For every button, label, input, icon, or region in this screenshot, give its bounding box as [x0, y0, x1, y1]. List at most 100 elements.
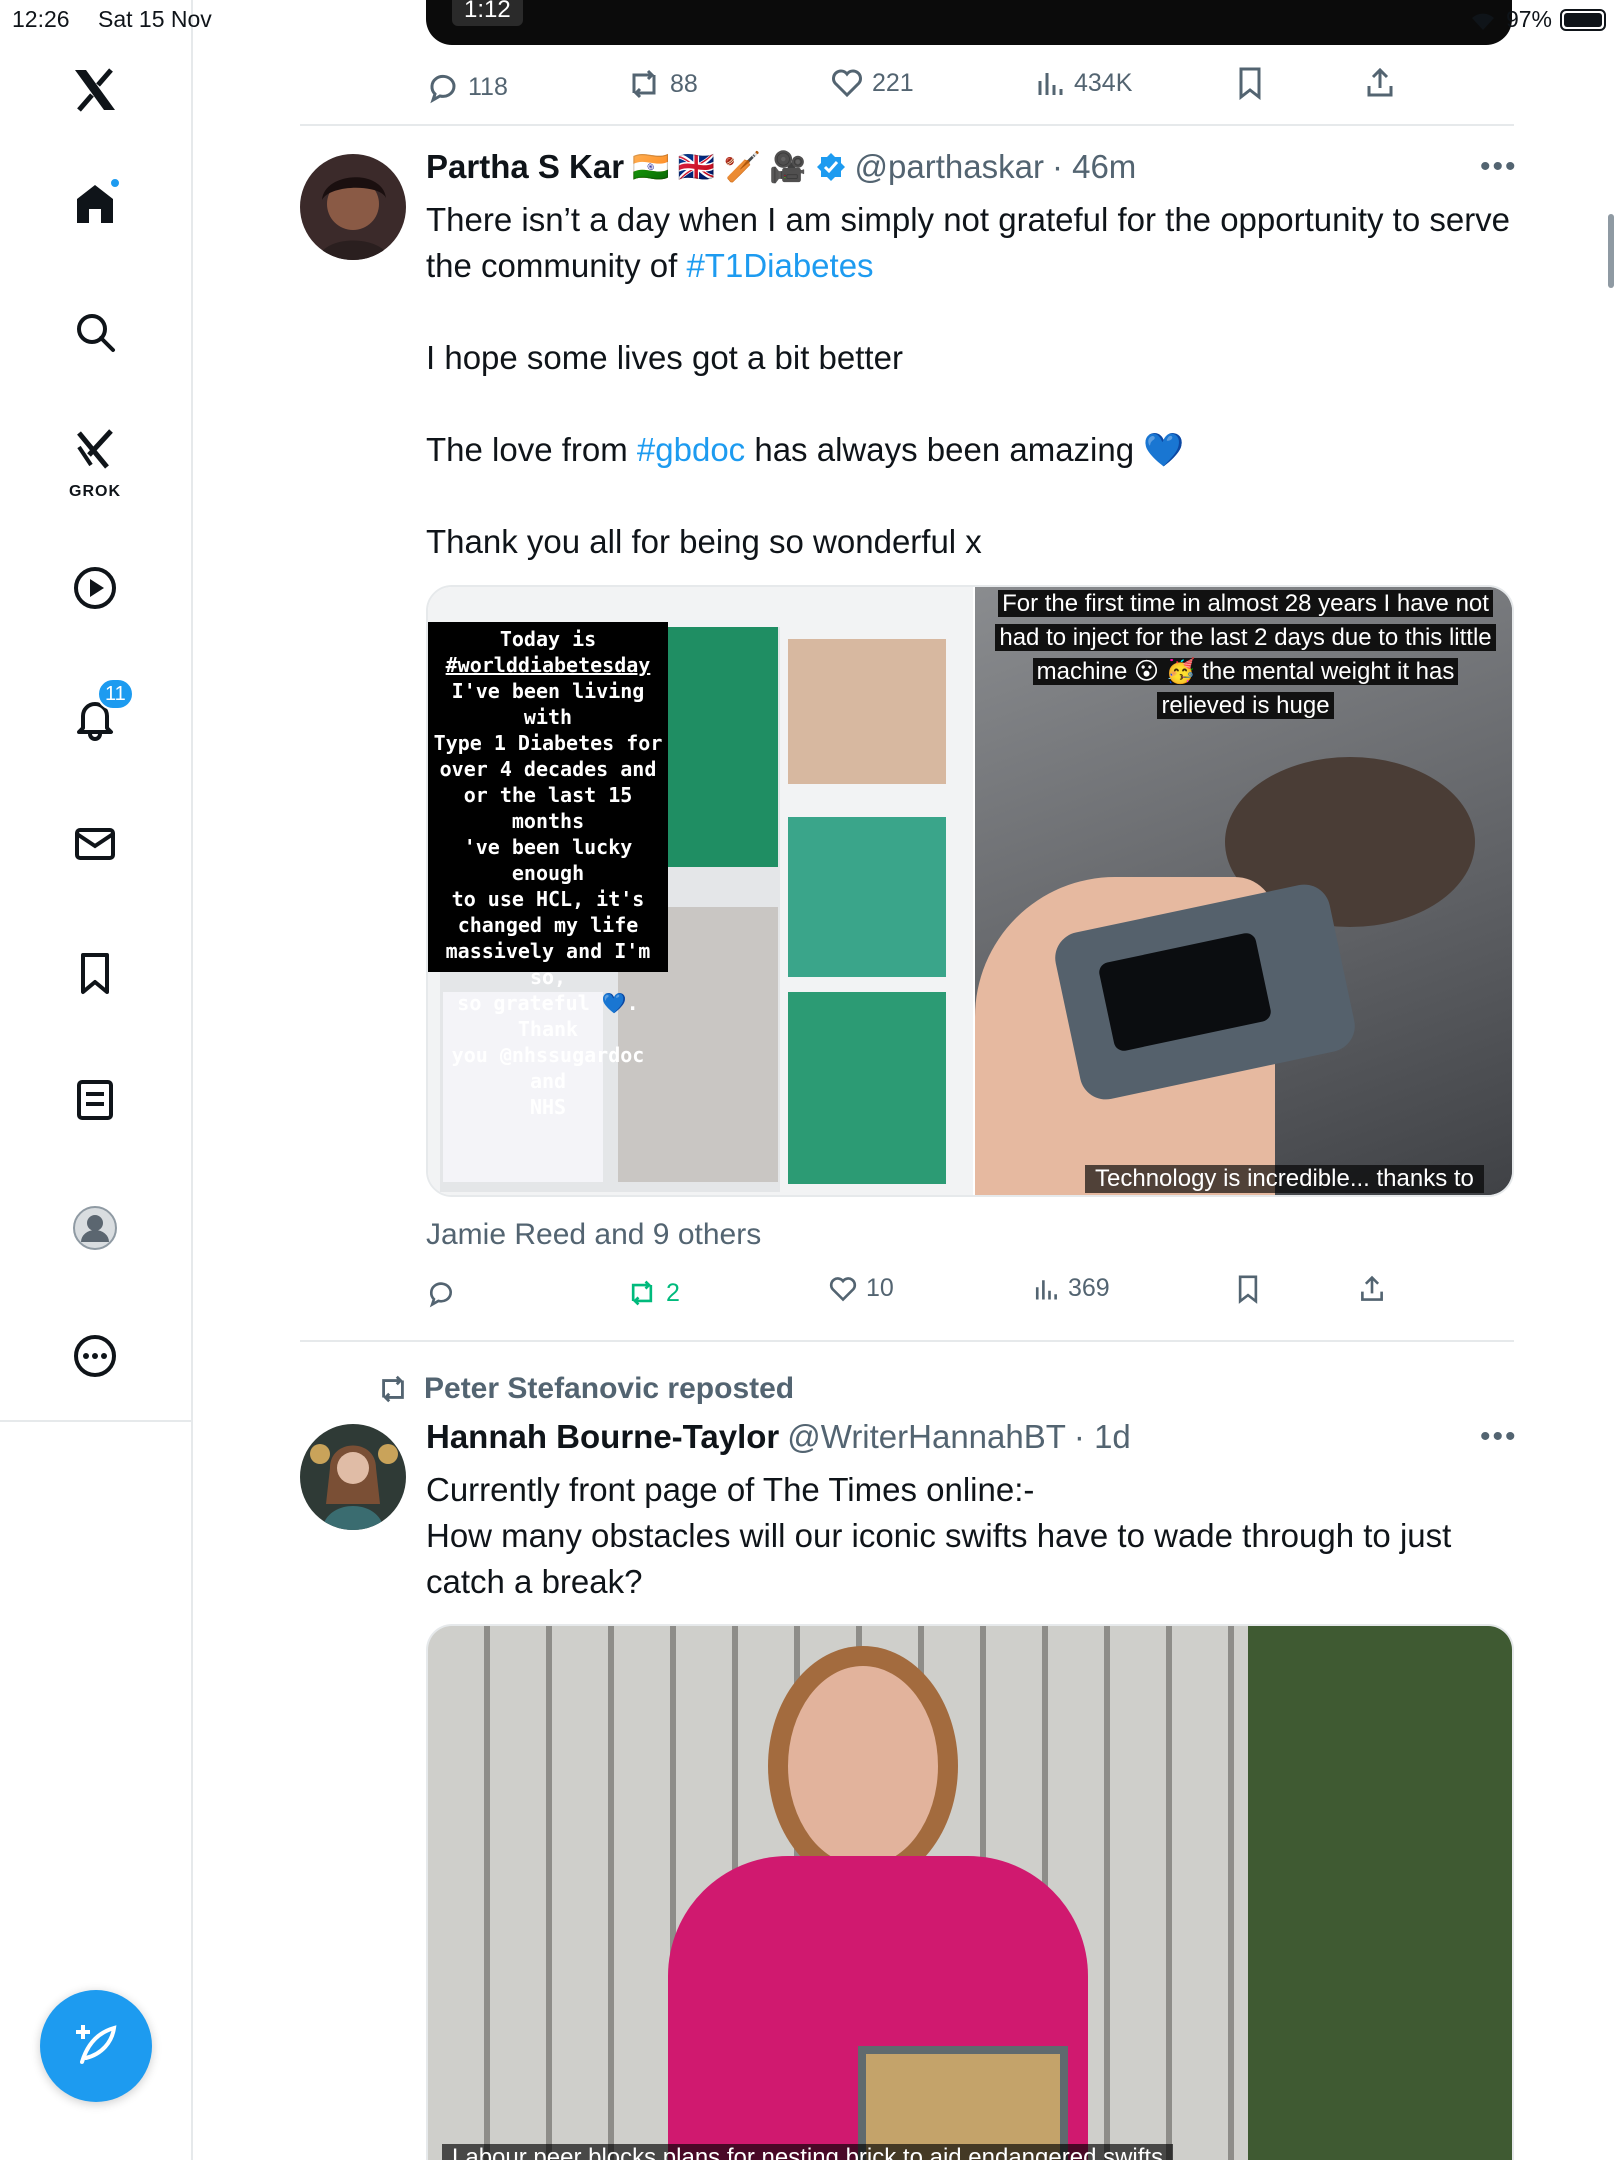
nav-grok[interactable]: GROK	[55, 415, 135, 505]
views-button[interactable]: 369	[1032, 1274, 1110, 1303]
notifications-badge: 11	[97, 678, 134, 710]
status-right: 97%	[1468, 6, 1606, 33]
reply-icon	[430, 74, 456, 104]
compose-feather-icon	[76, 2025, 117, 2064]
repost-icon	[632, 69, 656, 99]
repost-by: Peter Stefanovic reposted	[424, 1372, 795, 1405]
views-chart-icon	[1035, 1279, 1057, 1299]
sidebar-divider	[0, 1420, 193, 1422]
repost-icon	[631, 1280, 653, 1306]
nav-lists[interactable]	[55, 1060, 135, 1140]
nav-messages[interactable]	[55, 804, 135, 884]
views-count: 369	[1068, 1274, 1110, 1302]
repost-button[interactable]: 2	[626, 1278, 680, 1308]
grok-icon	[77, 429, 113, 469]
views-chart-icon	[1038, 73, 1063, 95]
story-line: #worlddiabetesday	[445, 653, 651, 677]
tweet-body: There isn’t a day when I am simply not g…	[426, 197, 1516, 565]
media-image-right[interactable]: For the first time in almost 28 years I …	[975, 587, 1512, 1195]
reply-button[interactable]	[426, 1278, 464, 1308]
search-icon	[77, 314, 115, 352]
more-circle-icon	[74, 1335, 116, 1377]
media-image-left[interactable]: Today is #worlddiabetesday I've been liv…	[428, 587, 973, 1195]
tweet-media[interactable]: Labour peer blocks plans for nesting bri…	[426, 1624, 1514, 2160]
like-button[interactable]: 221	[830, 67, 914, 99]
bookmark-button[interactable]	[1234, 66, 1266, 100]
profile-avatar-icon	[73, 1206, 117, 1250]
like-count: 221	[872, 68, 914, 97]
tweet-paragraph: Currently front page of The Times online…	[426, 1471, 1035, 1508]
author-name[interactable]: Hannah Bourne-Taylor	[426, 1418, 779, 1456]
story-caption-bottom: Technology is incredible... thanks to	[1085, 1165, 1484, 1193]
tweet-paragraph: The love from #gbdoc has always been ama…	[426, 427, 1516, 473]
story-line: NHS	[529, 1095, 567, 1119]
bookmark-button[interactable]	[1234, 1274, 1262, 1304]
play-circle-icon	[74, 567, 116, 609]
repost-count: 2	[666, 1278, 680, 1307]
tweet-paragraph: I hope some lives got a bit better	[426, 339, 903, 376]
reply-button[interactable]: 118	[426, 70, 508, 104]
nav-videos[interactable]	[55, 548, 135, 628]
share-icon	[1361, 1275, 1383, 1301]
more-options-icon[interactable]: •••	[1480, 1420, 1518, 1454]
media-image[interactable]: Labour peer blocks plans for nesting bri…	[428, 1626, 1512, 2160]
tweet-paragraph: There isn’t a day when I am simply not g…	[426, 197, 1516, 289]
status-time: 12:26	[12, 6, 70, 32]
repost-context[interactable]: Peter Stefanovic reposted	[376, 1372, 794, 1406]
tweet-time[interactable]: · 1d	[1074, 1418, 1131, 1456]
story-line: 've been lucky enough	[463, 835, 633, 885]
x-logo-icon[interactable]	[55, 50, 135, 130]
story-line: relieved is huge	[985, 689, 1506, 723]
story-line: machine 😮 🥳 the mental weight it has	[985, 655, 1506, 689]
story-line: or the last 15 months	[463, 783, 633, 833]
author-handle[interactable]: @WriterHannahBT	[787, 1418, 1066, 1456]
status-bar: 12:26 Sat 15 Nov 97%	[0, 0, 1620, 40]
like-count: 10	[866, 1274, 894, 1302]
author-name[interactable]: Partha S Kar	[426, 148, 624, 186]
tweet-text-span: has always been amazing 💙	[745, 431, 1185, 468]
tweet-text-span: The love from	[426, 431, 637, 468]
nav-bookmarks[interactable]	[55, 933, 135, 1013]
nav-home[interactable]	[55, 163, 135, 243]
reply-count: 118	[468, 72, 508, 101]
share-button[interactable]	[1358, 1274, 1386, 1304]
like-button[interactable]: 10	[828, 1274, 894, 1303]
more-options-icon[interactable]: •••	[1480, 150, 1518, 184]
nav-notifications[interactable]: 11	[55, 678, 135, 758]
story-line: massively and I'm so,	[445, 939, 651, 989]
battery-icon	[1560, 8, 1606, 31]
story-line: Type 1 Diabetes for	[433, 731, 663, 755]
story-overlay-text: Today is #worlddiabetesday I've been liv…	[428, 622, 668, 1119]
tweet-time[interactable]: · 46m	[1052, 148, 1136, 186]
share-button[interactable]	[1364, 66, 1396, 100]
compose-button[interactable]	[40, 1990, 152, 2102]
author-handle[interactable]: @parthaskar	[855, 148, 1044, 186]
repost-count: 88	[670, 69, 698, 98]
avatar[interactable]	[300, 154, 406, 260]
wifi-icon	[1471, 13, 1494, 30]
hashtag-link[interactable]: #gbdoc	[637, 431, 745, 468]
home-new-dot	[109, 177, 121, 189]
heart-icon	[829, 1276, 857, 1301]
story-line: For the first time in almost 28 years I …	[985, 587, 1506, 621]
nav-profile[interactable]	[55, 1188, 135, 1268]
battery-percent: 97%	[1505, 6, 1552, 32]
avatar-photo	[300, 1424, 406, 1530]
story-line: you @nhssugardoc and	[451, 1043, 645, 1093]
heart-icon	[832, 69, 862, 98]
social-context[interactable]: Jamie Reed and 9 others	[426, 1218, 761, 1252]
nav-more[interactable]	[55, 1316, 135, 1396]
x-logo-icon-svg	[75, 68, 115, 112]
story-line: I've been living with	[451, 679, 645, 729]
avatar[interactable]	[300, 1424, 406, 1530]
tweet-body: Currently front page of The Times online…	[426, 1467, 1516, 1605]
tweet-media[interactable]: Today is #worlddiabetesday I've been liv…	[426, 585, 1514, 1197]
views-button[interactable]: 434K	[1034, 67, 1132, 99]
scrollbar[interactable]	[1608, 214, 1614, 288]
tweet-divider	[300, 124, 1514, 126]
repost-button[interactable]: 88	[626, 67, 698, 101]
bookmark-icon	[1239, 67, 1261, 100]
nav-explore[interactable]	[55, 292, 135, 372]
share-icon	[1367, 67, 1393, 97]
hashtag-link[interactable]: #T1Diabetes	[686, 247, 873, 284]
